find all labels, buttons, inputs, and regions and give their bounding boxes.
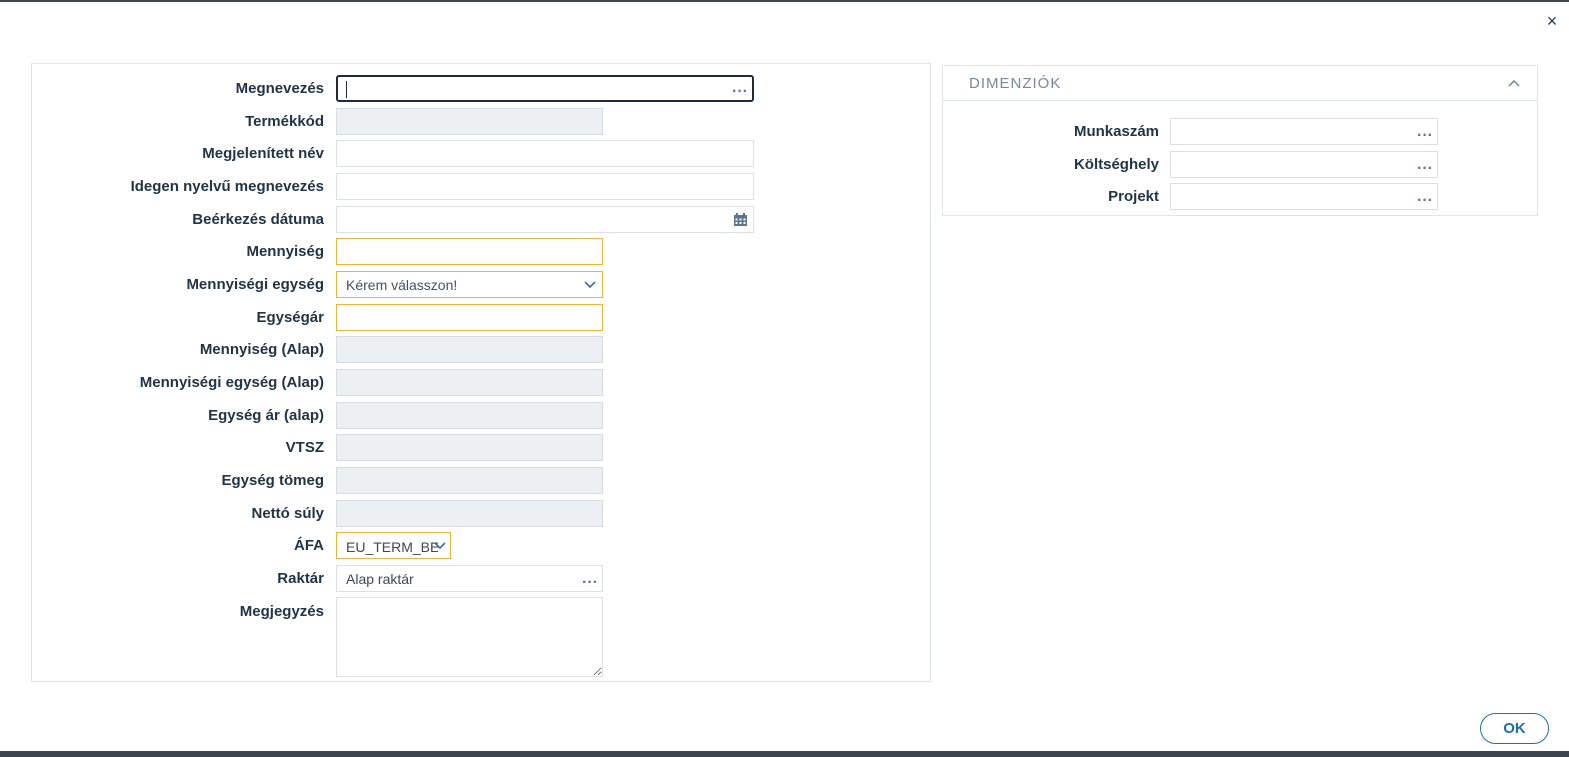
raktar-value: Alap raktár [346,571,414,587]
chevron-down-icon[interactable] [434,541,446,551]
window-bottom-border [0,751,1569,757]
ellipsis-icon[interactable]: ··· [1417,193,1433,209]
calendar-icon[interactable] [733,212,748,227]
mennyiseg-input[interactable] [336,238,603,265]
termekkod-label: Termékkód [245,113,324,130]
window-top-border [0,0,1569,2]
koltseghely-input[interactable]: ··· [1170,151,1438,178]
idegen-nyelvu-input[interactable] [336,173,754,200]
mennyiseg-label: Mennyiség [246,243,324,260]
netto-suly-label: Nettó súly [251,505,324,522]
mennyisegi-egyseg-select[interactable]: Kérem válasszon! [336,271,603,298]
egyseg-ar-alap-input [336,402,603,429]
munkaszam-input[interactable]: ··· [1170,118,1438,145]
megjegyzes-label: Megjegyzés [239,603,324,620]
koltseghely-label: Költséghely [1073,156,1159,173]
megnevezes-label: Megnevezés [235,80,324,97]
megjegyzes-textarea[interactable] [336,597,603,677]
text-cursor [346,81,347,98]
munkaszam-label: Munkaszám [1073,123,1159,140]
beerkezes-datuma-label: Beérkezés dátuma [192,211,324,228]
raktar-label: Raktár [277,570,324,587]
mennyisegi-egyseg-alap-label: Mennyiségi egység (Alap) [139,374,324,391]
afa-select[interactable]: EU_TERM_BES [336,532,451,559]
chevron-up-icon[interactable] [1507,76,1521,90]
idegen-nyelvu-label: Idegen nyelvű megnevezés [130,178,324,195]
vtsz-input [336,434,603,461]
mennyisegi-egyseg-value: Kérem válasszon! [346,277,458,293]
mennyisegi-egyseg-alap-input [336,369,603,396]
megnevezes-input[interactable]: ··· [336,75,754,102]
megjelenitett-nev-label: Megjelenített név [202,145,324,162]
egysegar-input[interactable] [336,304,603,331]
raktar-input[interactable]: Alap raktár ··· [336,565,603,592]
ellipsis-icon[interactable]: ··· [732,84,748,100]
termekkod-input [336,108,603,135]
egyseg-tomeg-input [336,467,603,494]
netto-suly-input [336,500,603,527]
mennyiseg-alap-input [336,336,603,363]
projekt-input[interactable]: ··· [1170,183,1438,210]
chevron-down-icon[interactable] [584,280,596,290]
egyseg-tomeg-label: Egység tömeg [221,472,324,489]
dimensions-header[interactable]: DIMENZIÓK [943,66,1537,101]
projekt-label: Projekt [1108,188,1159,205]
ellipsis-icon[interactable]: ··· [1417,161,1433,177]
afa-value: EU_TERM_BES [346,539,438,555]
dimensions-title: DIMENZIÓK [969,75,1062,92]
ellipsis-icon[interactable]: ··· [582,575,598,591]
mennyisegi-egyseg-label: Mennyiségi egység [186,276,324,293]
ellipsis-icon[interactable]: ··· [1417,128,1433,144]
ok-button[interactable]: OK [1480,713,1549,744]
egysegar-label: Egységár [256,309,324,326]
mennyiseg-alap-label: Mennyiség (Alap) [199,341,324,358]
beerkezes-datuma-input[interactable] [336,206,754,233]
afa-label: ÁFA [294,537,324,554]
megjelenitett-nev-input[interactable] [336,140,754,167]
close-icon[interactable]: × [1543,12,1561,30]
egyseg-ar-alap-label: Egység ár (alap) [208,407,324,424]
vtsz-label: VTSZ [285,439,324,456]
